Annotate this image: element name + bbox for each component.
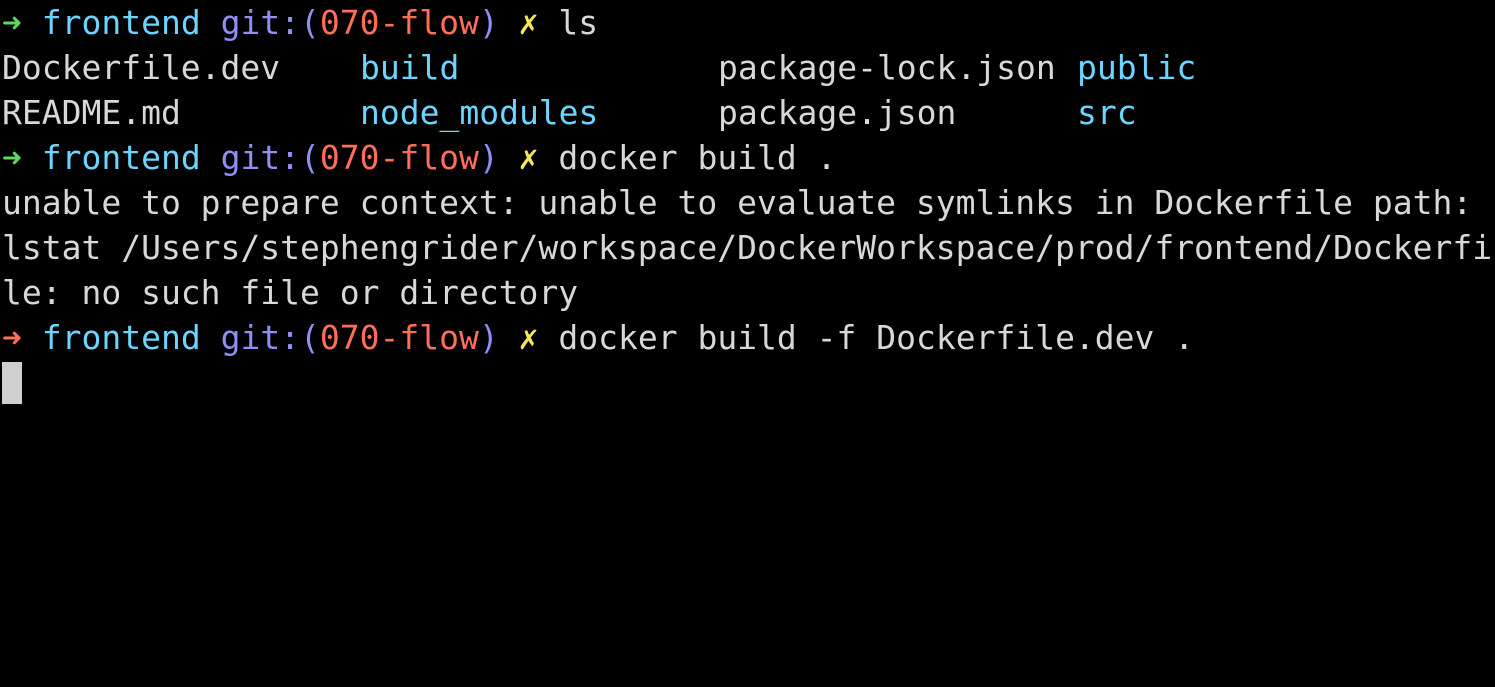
- git-branch: 070-flow: [319, 3, 479, 42]
- prompt-arrow-error-icon: ➜: [2, 318, 22, 357]
- git-prefix: git:(: [220, 138, 320, 177]
- prompt-line: ➜ frontend git:(070-flow) ✗ ls: [2, 0, 1495, 45]
- error-output-line: lstat /Users/stephengrider/workspace/Doc…: [2, 228, 1493, 267]
- ls-entry-folder: node_modules: [360, 93, 599, 132]
- git-dirty-icon: ✗: [518, 3, 539, 42]
- ls-output-row: Dockerfile.dev build package-lock.json p…: [2, 45, 1495, 90]
- git-dirty-icon: ✗: [518, 318, 539, 357]
- git-prefix: git:(: [220, 318, 320, 357]
- input-line[interactable]: [2, 360, 1495, 405]
- ls-entry-folder: public: [1077, 48, 1197, 87]
- git-branch: 070-flow: [319, 138, 479, 177]
- git-prefix: git:(: [220, 3, 320, 42]
- prompt-directory: frontend: [41, 138, 201, 177]
- prompt-directory: frontend: [41, 318, 201, 357]
- terminal-cursor[interactable]: [2, 362, 22, 404]
- ls-entry-file: package.json: [718, 93, 957, 132]
- git-branch: 070-flow: [319, 318, 479, 357]
- ls-entry-file: README.md: [2, 93, 181, 132]
- ls-entry-folder: build: [360, 48, 460, 87]
- ls-entry-file: package-lock.json: [718, 48, 1056, 87]
- prompt-directory: frontend: [41, 3, 201, 42]
- git-suffix: ): [478, 138, 499, 177]
- command-text: docker build -f Dockerfile.dev .: [558, 318, 1195, 357]
- git-suffix: ): [478, 318, 499, 357]
- ls-entry-folder: src: [1077, 93, 1137, 132]
- git-dirty-icon: ✗: [518, 138, 539, 177]
- ls-entry-file: Dockerfile.dev: [2, 48, 281, 87]
- ls-output-row: README.md node_modules package.json src: [2, 90, 1495, 135]
- prompt-arrow-icon: ➜: [2, 3, 22, 42]
- command-text: docker build .: [558, 138, 837, 177]
- error-output-line: unable to prepare context: unable to eva…: [2, 183, 1473, 222]
- prompt-line: ➜ frontend git:(070-flow) ✗ docker build…: [2, 315, 1495, 360]
- prompt-line: ➜ frontend git:(070-flow) ✗ docker build…: [2, 135, 1495, 180]
- git-suffix: ): [478, 3, 499, 42]
- command-text: ls: [558, 3, 599, 42]
- error-output-line: le: no such file or directory: [2, 273, 579, 312]
- terminal-window[interactable]: ➜ frontend git:(070-flow) ✗ ls Dockerfil…: [0, 0, 1495, 687]
- prompt-arrow-icon: ➜: [2, 138, 22, 177]
